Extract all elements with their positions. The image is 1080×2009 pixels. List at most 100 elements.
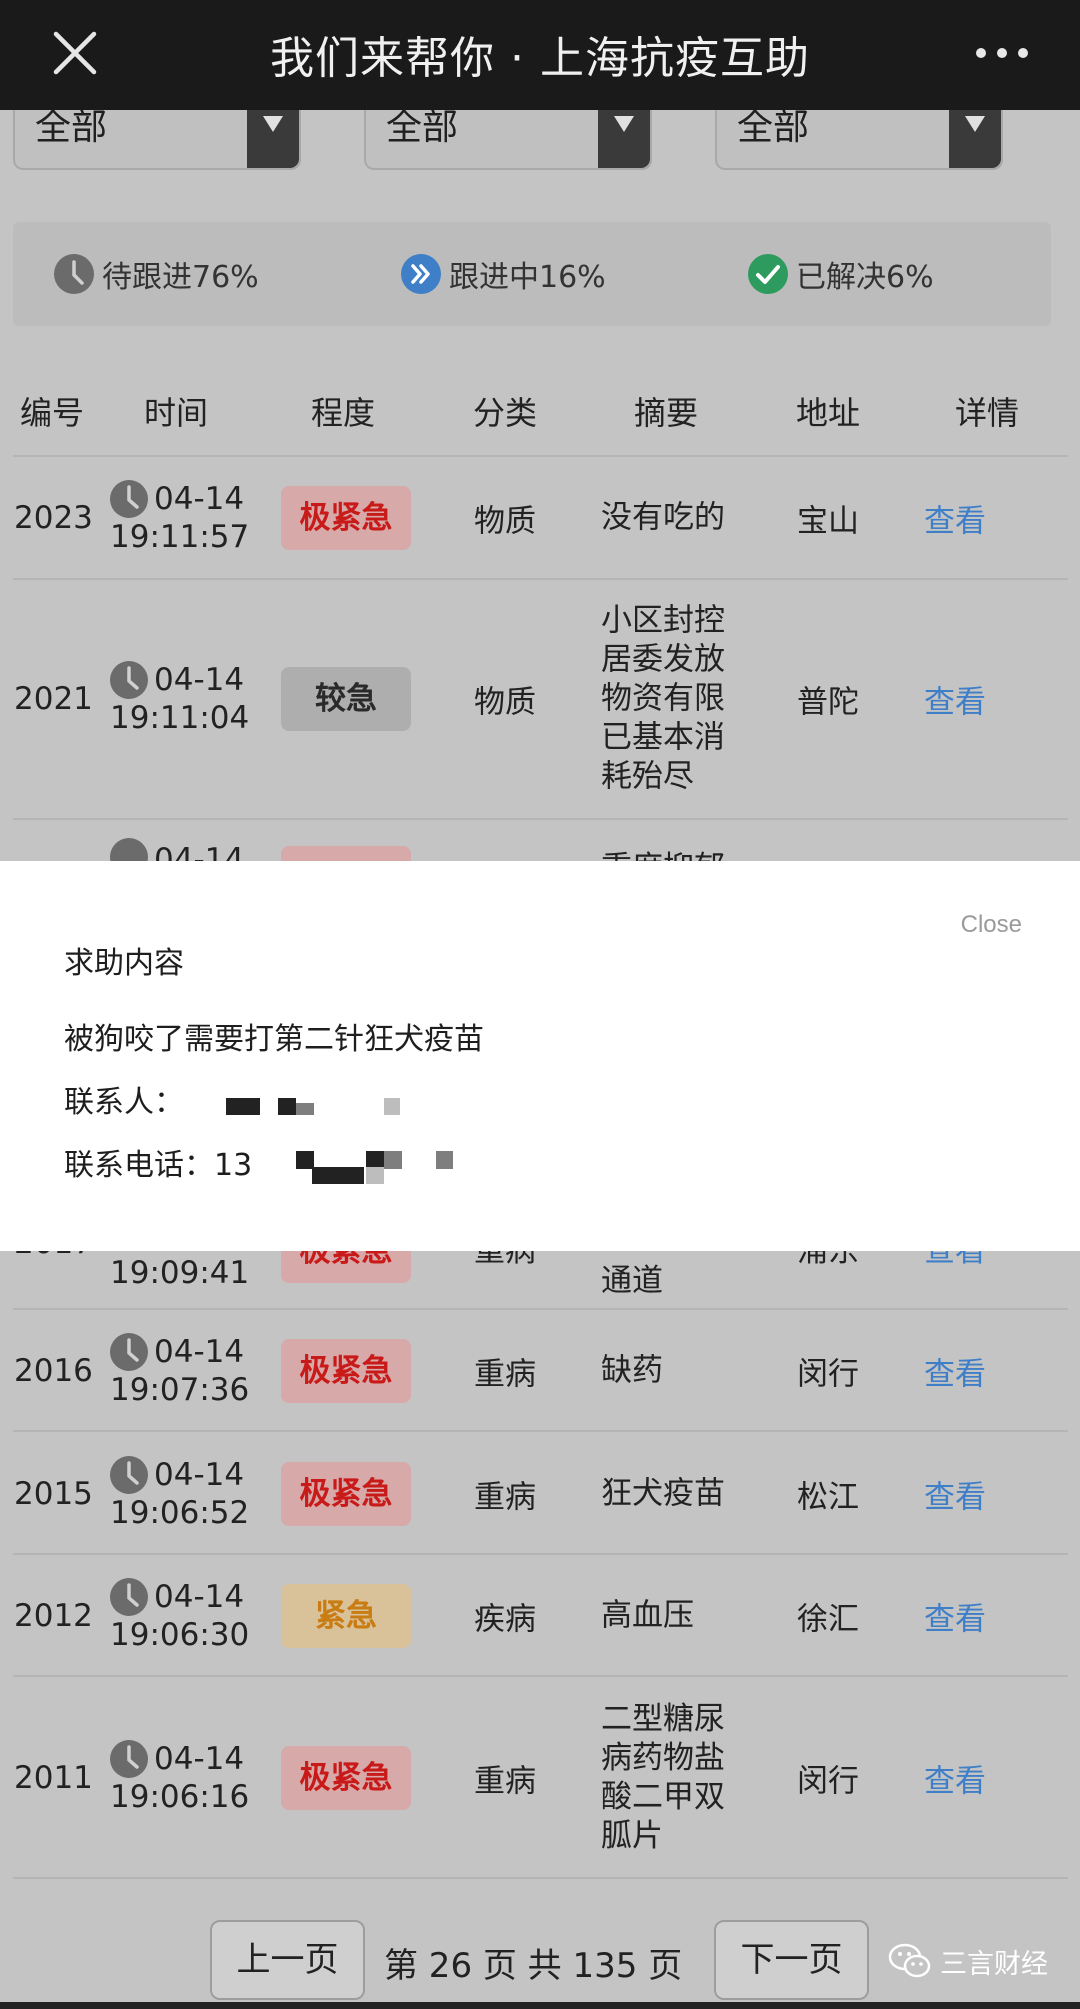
level-badge: 极紧急 (281, 1251, 411, 1283)
stat-label: 已解决6% (796, 260, 934, 295)
table-header: 编号 时间 程度 分类 摘要 地址 详情 (0, 388, 1080, 434)
row-clock-time: 19:07:36 (110, 1372, 250, 1408)
header-time: 时间 (143, 394, 209, 432)
row-summary: 二型糖尿病药物盐酸二甲双胍片 (601, 1701, 725, 1854)
row-clock-time: 19:11:57 (110, 519, 250, 555)
view-link[interactable]: 查看 (924, 1349, 986, 1394)
modal-title: 求助内容 (64, 946, 184, 981)
view-link[interactable]: 查看 (924, 1756, 986, 1801)
help-content: 被狗咬了需要打第二针狂犬疫苗 (64, 1022, 484, 1057)
level-badge: 极紧急 (281, 1746, 411, 1810)
row-summary: 小区封控居委发放物资有限已基本消耗殆尽 (601, 602, 725, 795)
filter-select-3[interactable]: 全部 (715, 110, 1003, 170)
modal-close-button[interactable]: Close (961, 911, 1022, 939)
divider (13, 1553, 1068, 1555)
row-category: 物质 (474, 503, 536, 540)
row-address: 闵行 (797, 1763, 859, 1800)
page-title: 我们来帮你 · 上海抗疫互助 (270, 33, 810, 84)
row-summary: 缺药 (601, 1352, 663, 1389)
level-badge: 极紧急 (281, 486, 411, 550)
row-category: 物质 (474, 684, 536, 721)
view-link[interactable]: 查看 (924, 1594, 986, 1639)
stat-label: 跟进中16% (449, 260, 606, 295)
row-date: 04-14 (154, 1741, 245, 1777)
divider (13, 1675, 1068, 1677)
header-address: 地址 (795, 394, 861, 432)
page-info: 第 26 页 共 135 页 (384, 1946, 683, 1986)
view-link[interactable]: 查看 (924, 1472, 986, 1517)
level-badge: 极紧急 (281, 1462, 411, 1526)
more-dot-icon (997, 48, 1007, 58)
row-date: 04-14 (154, 842, 245, 861)
view-link[interactable]: 查看 (924, 1251, 986, 1270)
row-category: 重病 (474, 1356, 536, 1393)
level-badge: 紧急 (281, 1584, 411, 1648)
clock-icon (110, 1578, 148, 1616)
status-summary: 待跟进76% 跟进中16% 已解决6% (13, 222, 1051, 326)
row-id: 2016 (14, 1353, 93, 1389)
stat-label: 待跟进76% (102, 260, 259, 295)
row-date: 04-14 (154, 1579, 245, 1615)
clock-icon (110, 1333, 148, 1371)
next-page-button[interactable]: 下一页 (714, 1920, 869, 2000)
row-category: 重病 (474, 1251, 536, 1269)
header-id: 编号 (19, 394, 85, 432)
clock-icon (54, 254, 94, 294)
row-time: 04-14 19:06:16 (110, 1740, 249, 1816)
more-dot-icon (1018, 48, 1028, 58)
row-clock-time: 19:11:04 (110, 700, 250, 736)
view-link[interactable]: 查看 (924, 677, 986, 722)
divider (13, 1877, 1068, 1879)
filter-select-2[interactable]: 全部 (364, 110, 652, 170)
filter-bar: 全部 全部 全部 (0, 110, 1080, 170)
row-clock-time: 19:06:52 (110, 1495, 250, 1531)
row-address: 普陀 (797, 684, 859, 721)
header-detail: 详情 (954, 394, 1020, 432)
watermark: 三言财经 (888, 1938, 1048, 1984)
phone-label: 联系电话：13 (64, 1148, 253, 1183)
filter-select-1[interactable]: 全部 (13, 110, 301, 170)
row-address: 闵行 (797, 1356, 859, 1393)
stat-pending: 待跟进76% (54, 252, 259, 296)
row-id: 2017 (14, 1251, 93, 1261)
row-clock-time: 19:09:41 (110, 1255, 250, 1291)
divider (13, 1308, 1068, 1310)
dropdown-arrow-icon (598, 110, 650, 168)
row-date: 04-14 (154, 662, 245, 698)
top-bar: 我们来帮你 · 上海抗疫互助 (0, 0, 1080, 110)
header-level: 程度 (310, 394, 376, 432)
stat-resolved: 已解决6% (748, 252, 934, 296)
row-address: 松江 (797, 1479, 859, 1516)
row-date: 04-14 (154, 481, 245, 517)
row-id: 2012 (14, 1598, 93, 1634)
prev-page-button[interactable]: 上一页 (210, 1920, 365, 2000)
dropdown-arrow-icon (949, 110, 1001, 168)
filter-value: 全部 (386, 107, 459, 148)
row-id: 2023 (14, 500, 93, 536)
divider (13, 1430, 1068, 1432)
help-detail-modal: Close 求助内容 被狗咬了需要打第二针狂犬疫苗 联系人： 联系电话：13 (0, 861, 1080, 1251)
header-category: 分类 (472, 394, 538, 432)
row-category: 重病 (474, 1479, 536, 1516)
header-summary: 摘要 (633, 394, 699, 432)
row-address: 徐汇 (797, 1601, 859, 1638)
row-id: 2015 (14, 1476, 93, 1512)
row-summary: 没有吃的 (601, 499, 725, 536)
stat-in-progress: 跟进中16% (401, 252, 606, 296)
more-options-button[interactable] (972, 34, 1032, 70)
bottom-edge (0, 2002, 1080, 2009)
clock-icon (110, 480, 148, 518)
row-summary: 狂犬疫苗 (601, 1475, 725, 1512)
row-time: 04-14 19:11:04 (110, 661, 249, 737)
row-id: 2021 (14, 681, 93, 717)
row-category: 重病 (474, 1763, 536, 1800)
dropdown-arrow-icon (247, 110, 299, 168)
row-address: 浦东 (797, 1251, 859, 1269)
divider (13, 578, 1068, 580)
view-link[interactable]: 查看 (924, 496, 986, 541)
contact-label: 联系人： (64, 1085, 184, 1120)
filter-value: 全部 (35, 107, 108, 148)
table-row-partial: 2017 19:09:41 极紧急 重病 通道 浦东 查看 (0, 1251, 1080, 1311)
row-address: 宝山 (797, 503, 859, 540)
row-date: 04-14 (154, 1334, 245, 1370)
